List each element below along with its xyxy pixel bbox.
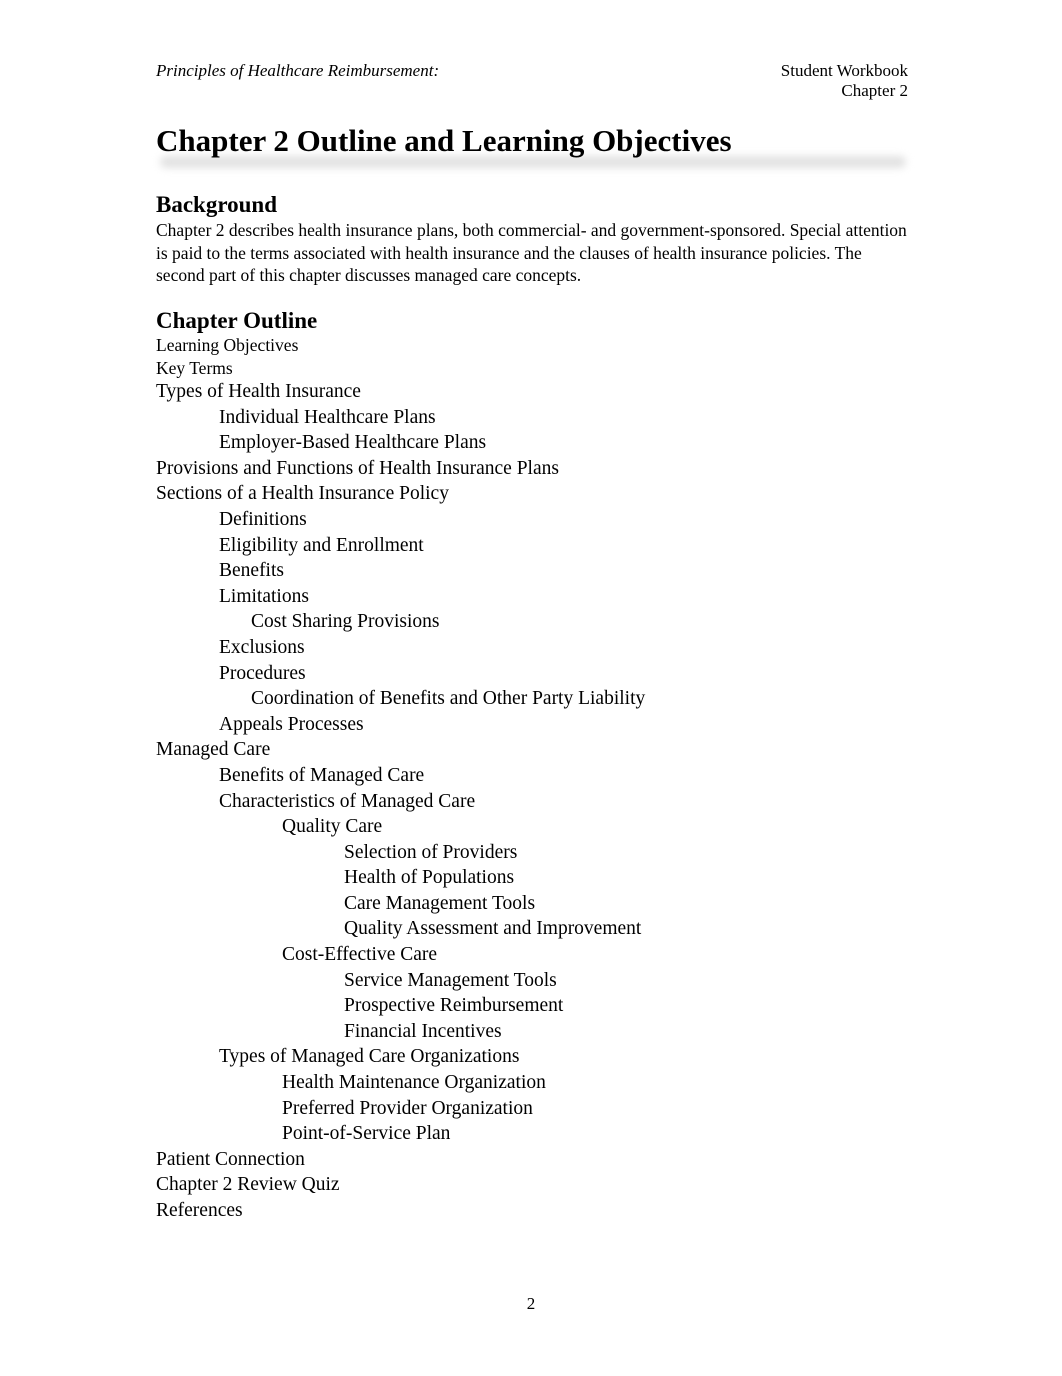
outline-item: Point-of-Service Plan	[282, 1123, 451, 1145]
outline-item: Coordination of Benefits and Other Party…	[251, 688, 646, 710]
header-workbook-label: Student Workbook	[780, 61, 908, 80]
outline-item: Cost-Effective Care	[282, 944, 438, 966]
chapter-outline-list: Learning Objectives Key Terms Types of Hea…	[156, 334, 645, 1224]
outline-item: Sections of a Health Insurance Policy	[156, 483, 449, 505]
header-book-title: Principles of Healthcare Reimbursement:	[156, 61, 440, 80]
outline-item: Preferred Provider Organization	[282, 1097, 533, 1119]
outline-item: Quality Care	[282, 816, 383, 838]
outline-item: Managed Care	[156, 739, 271, 761]
outline-item: Benefits of Managed Care	[219, 764, 425, 786]
outline-item: Limitations	[219, 585, 309, 607]
outline-item: Financial Incentives	[344, 1020, 502, 1042]
outline-item: Chapter 2 Review Quiz	[156, 1174, 340, 1196]
outline-item: Learning Objectives	[156, 335, 299, 355]
outline-item: Appeals Processes	[219, 713, 364, 735]
outline-item: Key Terms	[156, 357, 233, 378]
page-number: 2	[526, 1294, 536, 1313]
outline-item: Health of Populations	[344, 867, 515, 889]
outline-item: Care Management Tools	[344, 892, 536, 914]
outline-item: Patient Connection	[156, 1148, 305, 1170]
outline-item: Definitions	[219, 508, 307, 530]
outline-item: Cost Sharing Provisions	[251, 611, 440, 633]
outline-item: Employer-Based Healthcare Plans	[219, 432, 487, 454]
outline-item: Eligibility and Enrollment	[219, 534, 424, 556]
header-right: Student Workbook Chapter 2	[781, 61, 908, 101]
outline-item: Service Management Tools	[344, 969, 557, 991]
outline-item: Prospective Reimbursement	[344, 995, 564, 1017]
outline-item: Selection of Providers	[344, 841, 518, 863]
page-title: Chapter 2 Outline and Learning Objective…	[156, 123, 732, 158]
outline-item: Quality Assessment and Improvement	[344, 918, 642, 940]
outline-item: Types of Health Insurance	[156, 381, 361, 402]
outline-item: Individual Healthcare Plans	[219, 406, 436, 428]
outline-item: Characteristics of Managed Care	[219, 790, 476, 812]
outline-item: References	[156, 1200, 243, 1221]
outline-item: Provisions and Functions of Health Insur…	[156, 457, 559, 479]
header-chapter-label: Chapter 2	[841, 81, 908, 100]
background-heading: Background	[156, 192, 278, 217]
outline-item: Benefits	[219, 560, 284, 582]
background-paragraph: Chapter 2 describes health insurance pla…	[156, 220, 907, 285]
outline-item: Types of Managed Care Organizations	[219, 1046, 520, 1068]
outline-item: Procedures	[219, 662, 306, 684]
outline-heading: Chapter Outline	[156, 308, 318, 333]
outline-item: Health Maintenance Organization	[282, 1072, 546, 1094]
outline-item: Exclusions	[219, 636, 305, 658]
